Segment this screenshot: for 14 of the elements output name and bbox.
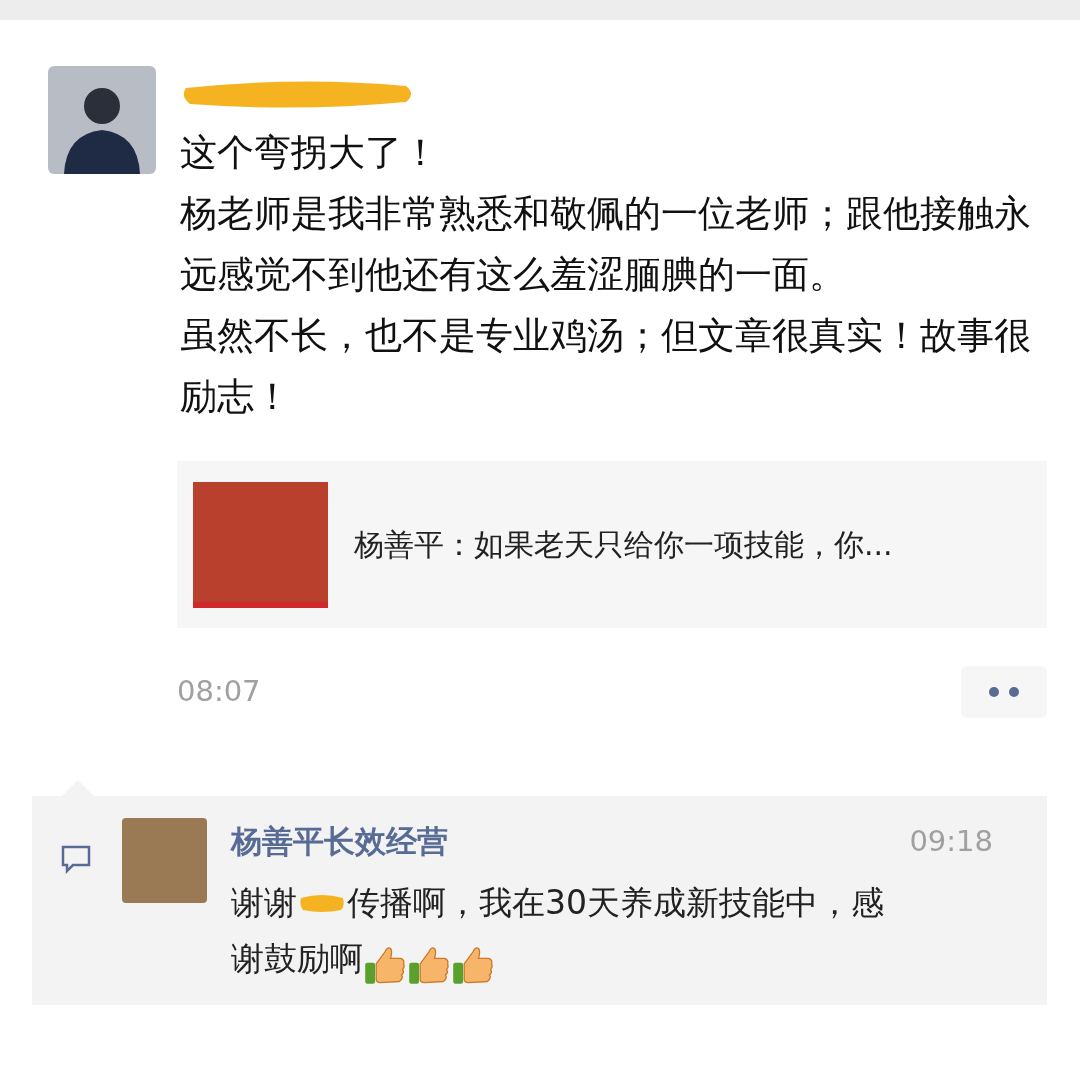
- comment-text: 传播啊，我在30天养成新技能中，感: [347, 881, 884, 924]
- post-text: 虽然不长，也不是专业鸡汤；但文章很真实！故事很励志！: [180, 313, 1032, 420]
- post-text: 杨老师是我非常熟悉和敬佩的一位老师；跟他接触永远感觉不到他还有这么羞涩腼腆的一面。: [180, 191, 1032, 298]
- comment-text: 谢谢: [231, 881, 297, 924]
- post-time: 08:07: [177, 673, 261, 711]
- link-card[interactable]: 杨善平：如果老天只给你一项技能，你...: [177, 461, 1047, 628]
- comment-time: 09:18: [909, 822, 993, 860]
- link-title: 杨善平：如果老天只给你一项技能，你...: [354, 526, 893, 564]
- avatar[interactable]: [48, 66, 156, 174]
- comment-icon: [60, 844, 92, 874]
- commenter-name[interactable]: 杨善平长效经营: [231, 818, 448, 865]
- more-button[interactable]: [961, 666, 1047, 718]
- comment-text: 谢鼓励啊: [231, 937, 363, 980]
- post-text: 这个弯拐大了！: [180, 130, 440, 176]
